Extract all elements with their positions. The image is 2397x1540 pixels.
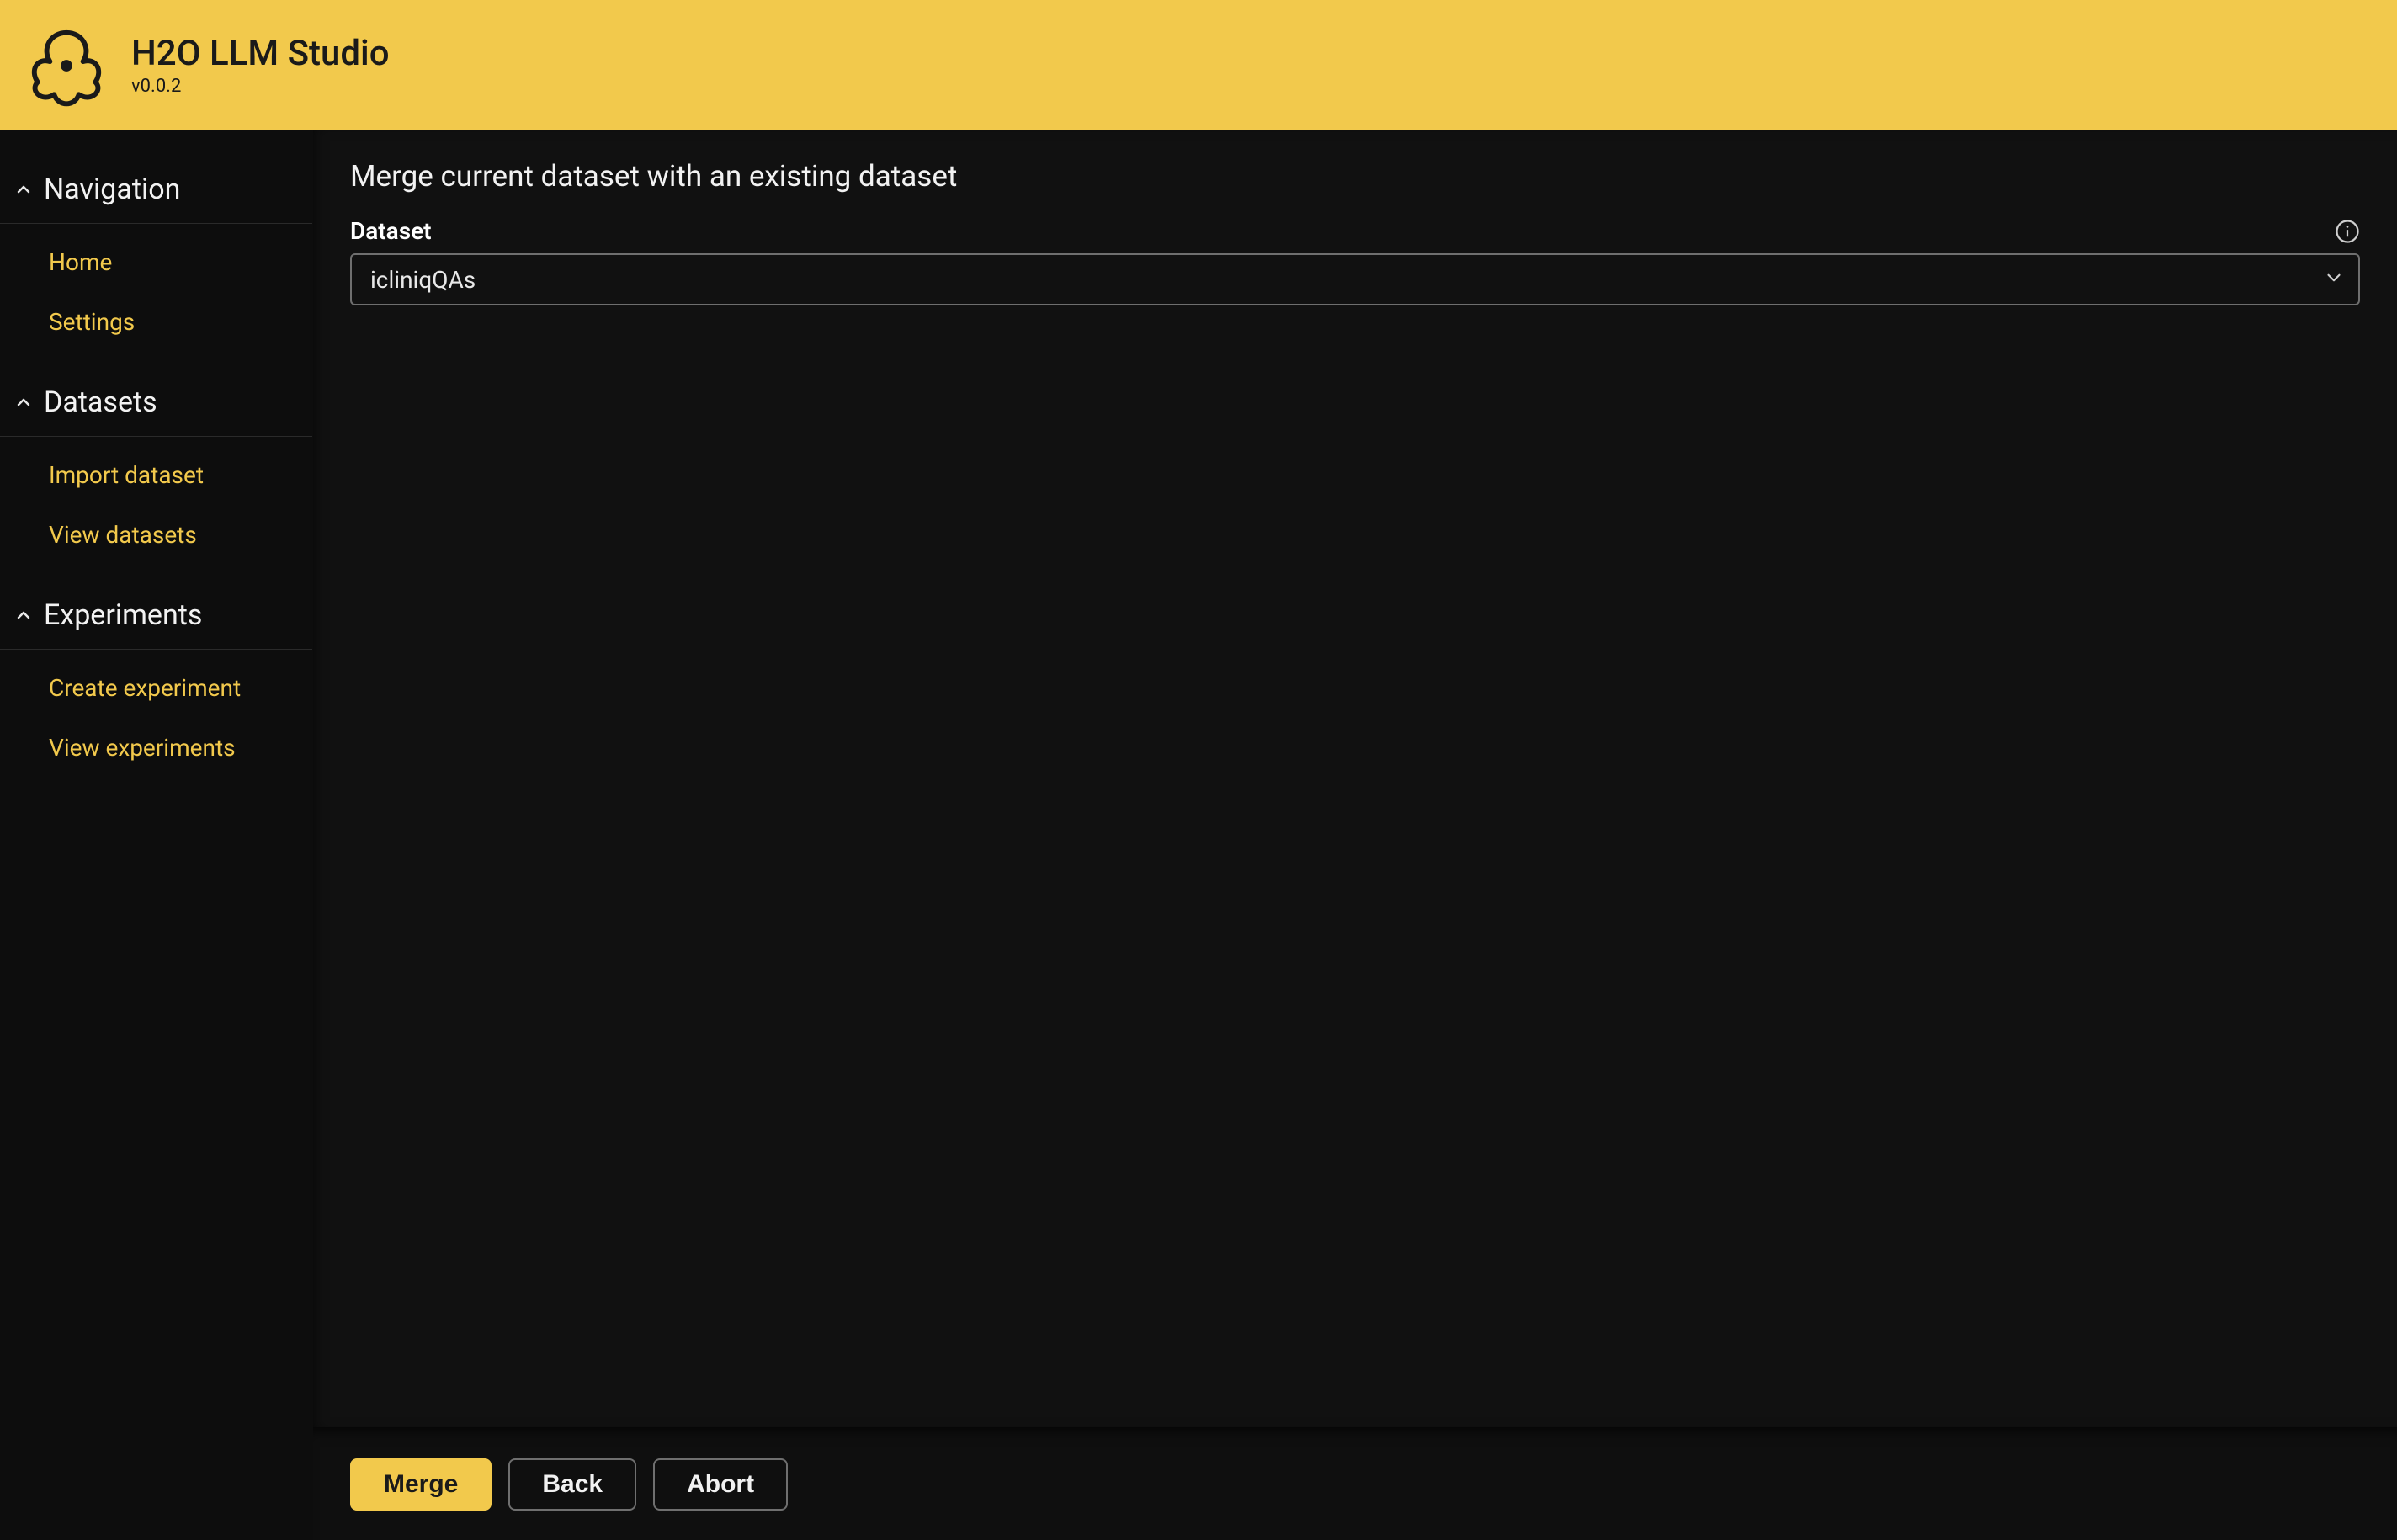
app-version: v0.0.2 xyxy=(131,76,390,97)
main-content: Merge current dataset with an existing d… xyxy=(313,130,2397,1427)
sidebar-item-create-experiment[interactable]: Create experiment xyxy=(0,658,312,718)
nav-group-header-datasets[interactable]: Datasets xyxy=(0,369,312,437)
back-button[interactable]: Back xyxy=(508,1458,636,1511)
dataset-select-value: icliniqQAs xyxy=(370,266,476,294)
nav-group-header-navigation[interactable]: Navigation xyxy=(0,156,312,224)
chevron-up-icon xyxy=(12,603,35,627)
nav-group-experiments: Experiments Create experiment View exper… xyxy=(0,581,312,794)
nav-group-title: Navigation xyxy=(44,173,180,206)
chevron-up-icon xyxy=(12,390,35,414)
merge-button[interactable]: Merge xyxy=(350,1458,492,1511)
app-root: H2O LLM Studio v0.0.2 Navigation Home Se… xyxy=(0,0,2397,1540)
sidebar: Navigation Home Settings Datasets Import… xyxy=(0,130,313,1540)
nav-items-navigation: Home Settings xyxy=(0,224,312,369)
h2o-logo-icon xyxy=(25,24,108,107)
chevron-up-icon xyxy=(12,178,35,201)
info-icon[interactable] xyxy=(2335,219,2360,244)
nav-group-header-experiments[interactable]: Experiments xyxy=(0,581,312,650)
app-header: H2O LLM Studio v0.0.2 xyxy=(0,0,2397,130)
sidebar-item-import-dataset[interactable]: Import dataset xyxy=(0,445,312,505)
nav-items-experiments: Create experiment View experiments xyxy=(0,650,312,794)
page-title: Merge current dataset with an existing d… xyxy=(350,159,2360,194)
dataset-field-row: Dataset xyxy=(350,217,2360,245)
abort-button[interactable]: Abort xyxy=(653,1458,788,1511)
dataset-select-wrap: icliniqQAs xyxy=(350,253,2360,305)
sidebar-item-settings[interactable]: Settings xyxy=(0,292,312,352)
nav-group-navigation: Navigation Home Settings xyxy=(0,156,312,369)
body-row: Navigation Home Settings Datasets Import… xyxy=(0,130,2397,1540)
action-footer: Merge Back Abort xyxy=(313,1427,2397,1540)
dataset-select[interactable]: icliniqQAs xyxy=(350,253,2360,305)
nav-items-datasets: Import dataset View datasets xyxy=(0,437,312,581)
sidebar-item-home[interactable]: Home xyxy=(0,232,312,292)
header-title-block: H2O LLM Studio v0.0.2 xyxy=(131,34,390,97)
main-column: Merge current dataset with an existing d… xyxy=(313,130,2397,1540)
dataset-field-label: Dataset xyxy=(350,217,432,245)
sidebar-item-view-experiments[interactable]: View experiments xyxy=(0,718,312,778)
app-title: H2O LLM Studio xyxy=(131,34,390,74)
nav-group-title: Datasets xyxy=(44,385,157,419)
sidebar-item-view-datasets[interactable]: View datasets xyxy=(0,505,312,565)
nav-group-datasets: Datasets Import dataset View datasets xyxy=(0,369,312,581)
nav-group-title: Experiments xyxy=(44,598,202,632)
